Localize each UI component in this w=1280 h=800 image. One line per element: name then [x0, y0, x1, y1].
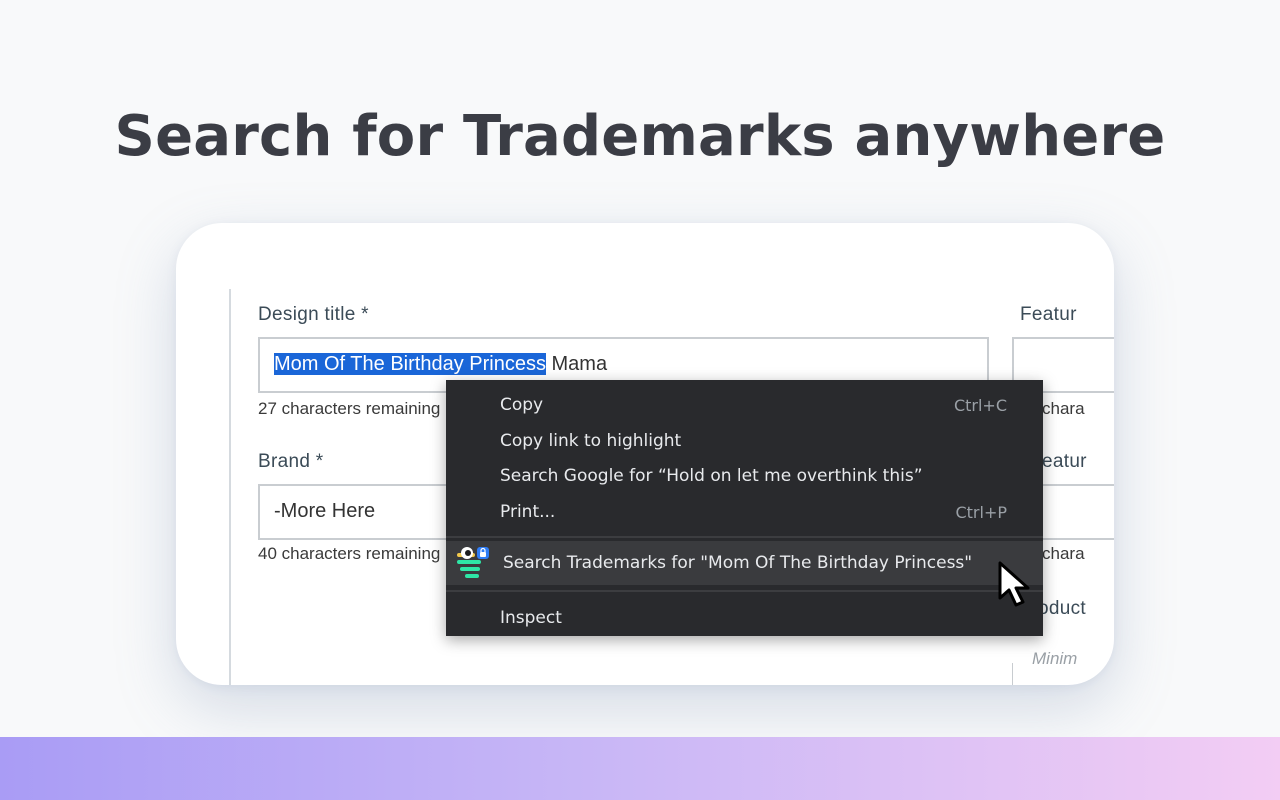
menu-item-search-google[interactable]: Search Google for “Hold on let me overth… — [446, 459, 1043, 494]
menu-item-shortcut: Ctrl+C — [953, 396, 1007, 415]
product-input-edge — [1012, 663, 1013, 685]
menu-item-print[interactable]: Print... Ctrl+P — [446, 495, 1043, 530]
feature-label-2: eatur — [1042, 451, 1087, 472]
brand-value: -More Here — [274, 500, 376, 522]
menu-item-search-trademarks[interactable]: Search Trademarks for "Mom Of The Birthd… — [446, 541, 1043, 585]
product-placeholder: Minim — [1032, 649, 1078, 668]
product-label: oduct — [1038, 598, 1086, 619]
context-menu: Copy Ctrl+C Copy link to highlight Searc… — [446, 380, 1043, 636]
menu-item-label: Print... — [500, 502, 556, 522]
feature-helper: chara — [1042, 399, 1085, 418]
menu-item-copy[interactable]: Copy Ctrl+C — [446, 388, 1043, 423]
menu-item-inspect[interactable]: Inspect — [446, 601, 1043, 636]
design-title-helper: 27 characters remaining — [258, 399, 441, 418]
brand-label: Brand * — [258, 451, 324, 472]
mouse-pointer-icon — [998, 561, 1030, 607]
form-divider — [229, 289, 231, 685]
feature-helper-2: chara — [1042, 544, 1085, 563]
selected-text: Mom Of The Birthday Princess — [274, 353, 546, 375]
feature-label: Featur — [1020, 304, 1077, 325]
trademark-extension-icon — [457, 547, 489, 578]
brand-helper: 40 characters remaining — [258, 544, 441, 563]
menu-separator — [446, 536, 1043, 538]
menu-separator — [446, 590, 1043, 592]
menu-item-shortcut: Ctrl+P — [955, 503, 1007, 522]
menu-item-copy-link[interactable]: Copy link to highlight — [446, 424, 1043, 459]
menu-item-label: Search Trademarks for "Mom Of The Birthd… — [503, 553, 973, 573]
menu-item-label: Search Google for “Hold on let me overth… — [500, 466, 923, 486]
menu-item-label: Copy — [500, 395, 544, 415]
page-headline: Search for Trademarks anywhere — [114, 104, 1166, 169]
unselected-text: Mama — [545, 353, 608, 375]
decorative-gradient-band — [0, 737, 1280, 800]
design-title-label: Design title * — [258, 304, 369, 325]
menu-item-label: Copy link to highlight — [500, 431, 682, 451]
menu-item-label: Inspect — [500, 608, 562, 628]
design-title-value: Mom Of The Birthday Princess Mama — [274, 353, 607, 376]
